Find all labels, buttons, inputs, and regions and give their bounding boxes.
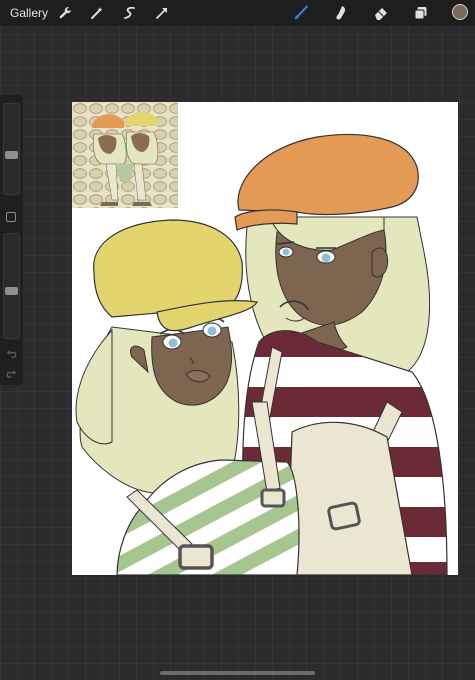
magic-wand-icon[interactable]: [88, 4, 106, 22]
reference-image: [72, 102, 178, 208]
home-indicator[interactable]: [160, 671, 315, 675]
modify-button[interactable]: [6, 212, 16, 222]
redo-icon[interactable]: [5, 367, 18, 380]
smudge-icon[interactable]: [332, 4, 350, 22]
top-toolbar: Gallery: [0, 0, 475, 26]
brush-icon[interactable]: [292, 4, 310, 22]
drawing-canvas[interactable]: [72, 102, 458, 575]
opacity-slider[interactable]: [3, 233, 20, 339]
left-sidebar: [0, 95, 23, 385]
color-picker-swatch[interactable]: [452, 4, 468, 20]
selection-icon[interactable]: [121, 4, 139, 22]
wrench-icon[interactable]: [56, 4, 74, 22]
eraser-icon[interactable]: [372, 4, 390, 22]
brush-size-slider[interactable]: [3, 103, 20, 195]
undo-icon[interactable]: [5, 347, 18, 360]
gallery-button[interactable]: Gallery: [10, 6, 48, 20]
brush-size-slider-thumb[interactable]: [5, 151, 18, 160]
transform-icon[interactable]: [153, 4, 171, 22]
layers-icon[interactable]: [412, 4, 430, 22]
artwork-illustration: [72, 102, 448, 575]
opacity-slider-thumb[interactable]: [5, 286, 18, 295]
